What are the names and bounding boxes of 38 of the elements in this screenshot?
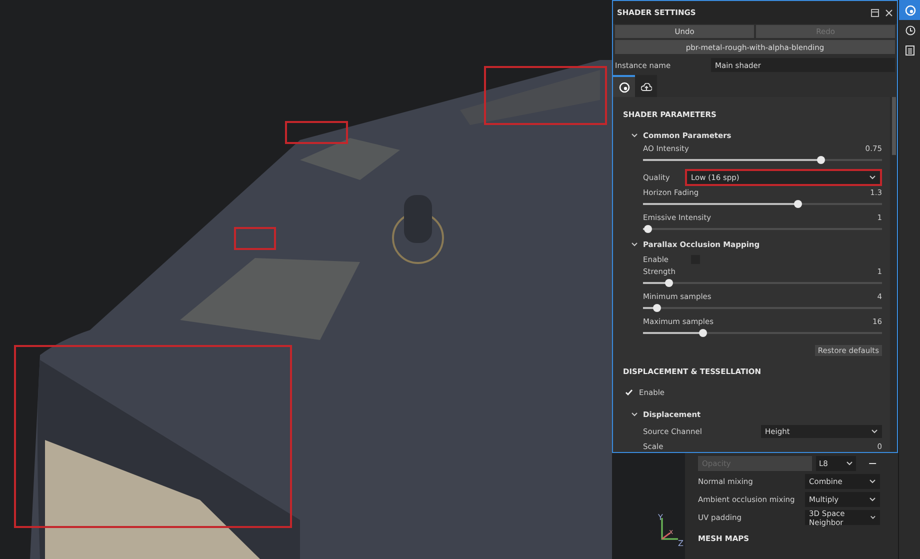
expand-chevron-icon[interactable]: [631, 133, 638, 138]
remove-button[interactable]: −: [860, 457, 878, 470]
chevron-icon: [846, 461, 853, 466]
highlight-frame: [234, 227, 276, 250]
chevron-icon: [870, 515, 876, 520]
chevron-icon: [871, 429, 878, 434]
list-icon: [905, 44, 915, 56]
chevron-icon: [869, 479, 876, 484]
chevron-down-icon: [631, 133, 638, 138]
panel-tab[interactable]: [635, 75, 657, 97]
slider-track[interactable]: [643, 302, 882, 314]
history-icon: [904, 24, 916, 36]
scrollbar-thumb[interactable]: [892, 97, 896, 155]
check-icon[interactable]: [625, 388, 633, 396]
slider-track[interactable]: [643, 277, 882, 289]
slider-thumb[interactable]: [644, 225, 652, 233]
cloud-upload-icon: [640, 82, 652, 92]
slider-thumb[interactable]: [698, 329, 707, 337]
slider-track[interactable]: [643, 198, 882, 210]
shader-ball-icon: [618, 82, 630, 92]
close-button[interactable]: [885, 8, 893, 17]
slider-thumb[interactable]: [665, 279, 674, 287]
chevron-down-icon: [631, 242, 638, 247]
slider-thumb[interactable]: [653, 304, 662, 312]
chevron-icon: [869, 497, 876, 502]
expand-chevron-icon[interactable]: [631, 412, 638, 417]
panel-tab[interactable]: [613, 75, 635, 97]
undock-button[interactable]: [871, 8, 879, 17]
slider-thumb[interactable]: [794, 200, 802, 208]
chevron-icon: [869, 175, 876, 180]
chevron-down-icon: [631, 412, 638, 417]
shader-ball-icon: [904, 4, 916, 16]
highlight-frame: [285, 121, 348, 144]
slider-track[interactable]: [643, 327, 882, 339]
slider-track[interactable]: [643, 223, 882, 235]
expand-chevron-icon[interactable]: [631, 242, 638, 247]
slider-thumb[interactable]: [817, 156, 826, 164]
slider-track[interactable]: [643, 154, 882, 166]
